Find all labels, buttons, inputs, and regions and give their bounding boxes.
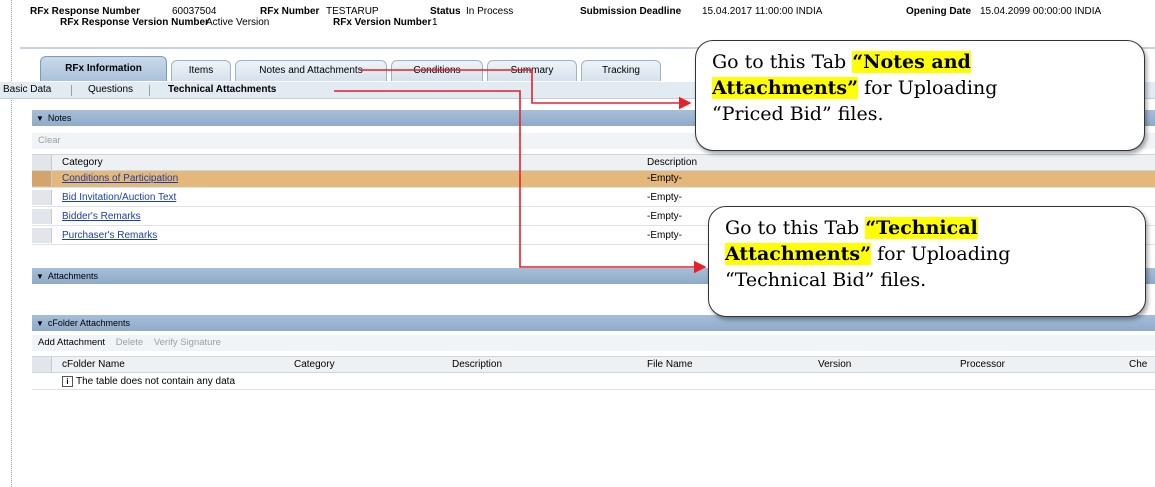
callout-text: Go to this Tab <box>725 217 866 239</box>
callout-notes-and-attachments: Go to this Tab “Notes and Attachments” f… <box>695 40 1145 151</box>
callout-text: for Uploading <box>871 243 1011 265</box>
arrow-to-notes-callout <box>360 69 692 110</box>
callout-highlight: Attachments” <box>725 243 872 265</box>
callout-line: Go to this Tab “Notes and <box>712 49 1128 75</box>
callout-highlight: “Technical <box>865 217 978 239</box>
callout-line: “Priced Bid” files. <box>712 103 884 125</box>
arrow-to-technical-callout <box>334 90 707 274</box>
callout-highlight: Attachments” <box>712 77 859 99</box>
callout-line: “Technical Bid” files. <box>725 269 927 291</box>
callout-text: for Uploading <box>858 77 998 99</box>
callout-line: Go to this Tab “Technical <box>725 215 1129 241</box>
callout-technical-attachments: Go to this Tab “Technical Attachments” f… <box>708 206 1146 317</box>
callout-text: Go to this Tab <box>712 51 853 73</box>
callout-highlight: “Notes and <box>852 51 971 73</box>
callout-line: Attachments” for Uploading <box>712 75 1128 101</box>
callout-line: Attachments” for Uploading <box>725 241 1129 267</box>
